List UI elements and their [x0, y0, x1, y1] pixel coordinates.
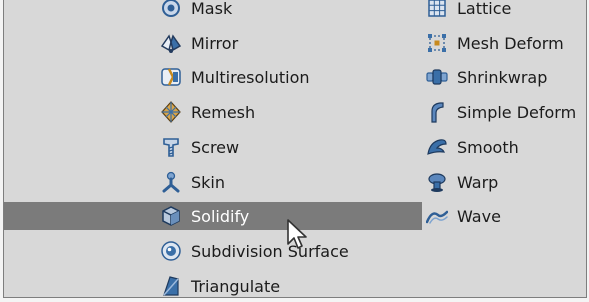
menu-item-mask[interactable]: Mask	[4, 0, 422, 22]
menu-item-label: Smooth	[457, 137, 519, 157]
remesh-icon	[161, 101, 181, 123]
solidify-icon	[162, 206, 180, 226]
mirror-icon	[160, 34, 182, 53]
menu-item-remesh[interactable]: Remesh	[4, 98, 422, 126]
menu-item-label: Multiresolution	[191, 67, 310, 87]
multiresolution-icon	[161, 68, 181, 86]
menu-item-simple-deform[interactable]: Simple Deform	[424, 98, 586, 126]
skin-icon	[162, 171, 180, 193]
warp-icon	[428, 173, 446, 192]
menu-item-label: Shrinkwrap	[457, 67, 548, 87]
shrinkwrap-icon	[426, 69, 448, 85]
menu-item-label: Simple Deform	[457, 102, 577, 122]
subdivision-surface-icon	[161, 241, 181, 261]
menu-item-screw[interactable]: Screw	[4, 133, 422, 161]
simple-deform-icon	[431, 102, 444, 123]
menu-item-triangulate[interactable]: Triangulate	[4, 272, 422, 297]
menu-item-label: Mirror	[191, 33, 239, 53]
menu-item-wave[interactable]: Wave	[424, 202, 586, 230]
modifier-menu: Mask Mirror Multiresolution Remesh Screw…	[3, 0, 587, 298]
menu-item-shrinkwrap[interactable]: Shrinkwrap	[424, 63, 586, 91]
menu-item-label: Wave	[457, 206, 501, 226]
menu-item-mesh-deform[interactable]: Mesh Deform	[424, 29, 586, 57]
menu-item-mirror[interactable]: Mirror	[4, 29, 422, 57]
menu-item-label: Screw	[191, 137, 240, 157]
menu-item-label: Remesh	[191, 102, 256, 122]
smooth-icon	[427, 139, 447, 155]
menu-item-label: Lattice	[457, 0, 512, 18]
menu-item-warp[interactable]: Warp	[424, 168, 586, 196]
wave-icon	[426, 210, 448, 224]
menu-item-lattice[interactable]: Lattice	[424, 0, 586, 22]
screw-icon	[163, 138, 179, 157]
menu-item-label: Triangulate	[191, 276, 281, 296]
menu-item-solidify[interactable]: Solidify	[4, 202, 422, 230]
menu-item-smooth[interactable]: Smooth	[424, 133, 586, 161]
menu-item-label: Skin	[191, 172, 226, 192]
mesh-deform-icon	[428, 34, 446, 52]
lattice-icon	[428, 0, 446, 17]
menu-item-label: Mesh Deform	[457, 33, 564, 53]
menu-item-label: Mask	[191, 0, 233, 18]
menu-item-label: Solidify	[191, 206, 250, 226]
triangulate-icon	[163, 276, 179, 296]
mouse-pointer-icon	[287, 219, 307, 249]
menu-item-subdivision-surface[interactable]: Subdivision Surface	[4, 237, 422, 265]
menu-item-skin[interactable]: Skin	[4, 168, 422, 196]
menu-item-label: Subdivision Surface	[191, 241, 349, 261]
menu-item-label: Warp	[457, 172, 499, 192]
menu-item-multiresolution[interactable]: Multiresolution	[4, 63, 422, 91]
mask-icon	[162, 0, 180, 17]
